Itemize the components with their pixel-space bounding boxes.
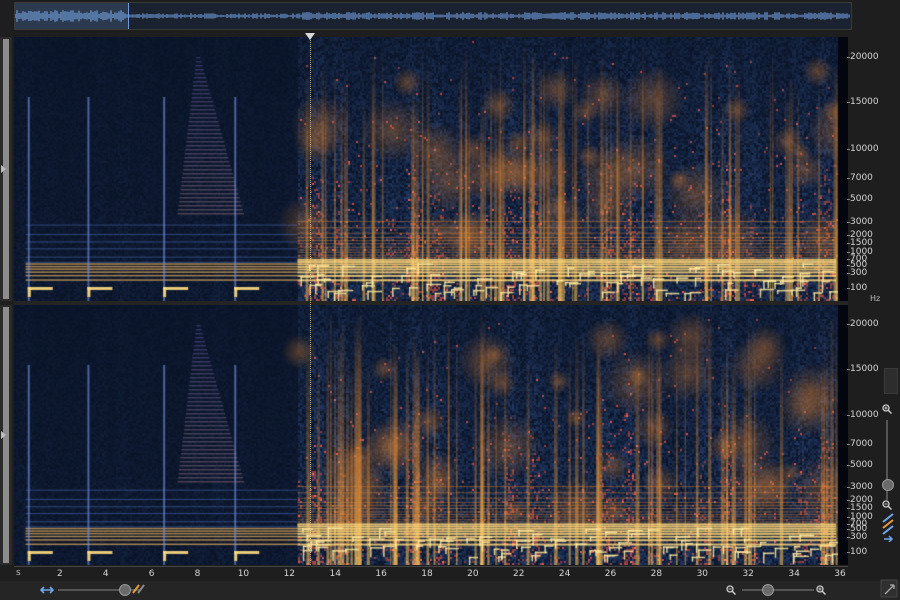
frequency-tick-label: 10000 — [847, 143, 879, 154]
spectrum-tools-icon[interactable] — [882, 512, 894, 542]
vertical-panel-button[interactable] — [884, 368, 898, 394]
horizontal-scroll-slider[interactable] — [58, 584, 140, 596]
time-tick-label: 18 — [421, 569, 433, 579]
time-tick-label: 12 — [283, 569, 296, 579]
time-tick-label: 24 — [558, 569, 571, 579]
channel-2-arrow-icon[interactable] — [1, 431, 6, 439]
spectrogram-canvas-1 — [14, 37, 848, 301]
frequency-tick-label: 15000 — [847, 97, 879, 108]
frequency-tick-label: 100 — [846, 547, 868, 558]
channel-1-arrow-icon[interactable] — [1, 165, 6, 173]
horizontal-scroll-knob[interactable] — [118, 584, 131, 596]
channel-2-rail[interactable] — [0, 305, 12, 565]
frequency-tick-label: 7000 — [847, 439, 873, 450]
overview-selection[interactable] — [15, 3, 129, 29]
time-tick-label: 32 — [742, 569, 754, 579]
overview-waveform[interactable] — [14, 2, 852, 30]
channel-1-rail[interactable] — [0, 37, 12, 301]
frequency-tick-label: 5000 — [847, 194, 873, 205]
spectrum-color-icon[interactable] — [132, 584, 146, 594]
spectrogram-channel-2[interactable] — [14, 305, 848, 565]
time-axis: 2 4 6 8 10 12 14 16 18 20 22 24 26 28 30 32 34 36 — [14, 566, 848, 581]
frequency-tick-label: 20000 — [847, 319, 879, 330]
frequency-tick-label: 5000 — [847, 459, 873, 470]
time-tick-label: 4 — [102, 569, 109, 579]
horizontal-zoom-slider[interactable] — [742, 584, 814, 596]
time-unit-label: s — [16, 568, 21, 578]
playhead-marker[interactable] — [304, 33, 315, 40]
spectrogram-channel-1[interactable] — [14, 37, 848, 301]
arrow-left-right-icon[interactable] — [40, 585, 54, 595]
overview-waveform-graphic — [15, 10, 850, 22]
time-tick-label: 8 — [194, 569, 201, 579]
spectrogram-view[interactable] — [14, 37, 848, 565]
time-tick-label: 36 — [834, 569, 846, 579]
frequency-tick-label: 100 — [846, 282, 868, 293]
vertical-zoom-out-icon[interactable] — [882, 500, 892, 510]
time-tick-label: 28 — [650, 569, 663, 579]
horizontal-zoom-out-icon[interactable] — [726, 585, 736, 595]
horizontal-zoom-in-icon[interactable] — [816, 585, 826, 595]
resize-corner-icon[interactable] — [880, 578, 898, 598]
playhead-line — [309, 40, 311, 565]
frequency-tick-label: 300 — [846, 532, 868, 543]
frequency-tick-label: 15000 — [847, 364, 879, 375]
time-tick-label: 34 — [788, 569, 800, 579]
vertical-zoom-in-icon[interactable] — [882, 404, 892, 414]
frequency-tick-label: 300 — [846, 267, 868, 278]
time-tick-label: 30 — [696, 569, 709, 579]
vertical-zoom-knob[interactable] — [882, 479, 894, 491]
frequency-tick-label: 10000 — [847, 410, 879, 421]
time-tick-label: 22 — [513, 569, 525, 579]
time-tick-label: 10 — [237, 569, 250, 579]
time-tick-label: 6 — [148, 569, 155, 579]
frequency-tick-label: 7000 — [847, 173, 873, 184]
vertical-zoom-slider[interactable] — [882, 420, 894, 500]
frequency-tick-label: 20000 — [847, 51, 879, 62]
frequency-unit-label: Hz — [870, 294, 881, 303]
frequency-tick-label: 3000 — [847, 217, 873, 228]
time-tick-label: 20 — [467, 569, 479, 579]
spectrogram-canvas-2 — [14, 305, 848, 565]
frequency-tick-label: 3000 — [847, 482, 873, 493]
time-tick-label: 26 — [604, 569, 617, 579]
time-tick-label: 2 — [57, 569, 63, 579]
time-tick-label: 16 — [375, 569, 387, 579]
frequency-axis-channel-1: 20000 15000 10000 7000 5000 3000 2000 1500 1000 7… — [846, 37, 900, 301]
time-tick-label: 14 — [329, 569, 341, 579]
